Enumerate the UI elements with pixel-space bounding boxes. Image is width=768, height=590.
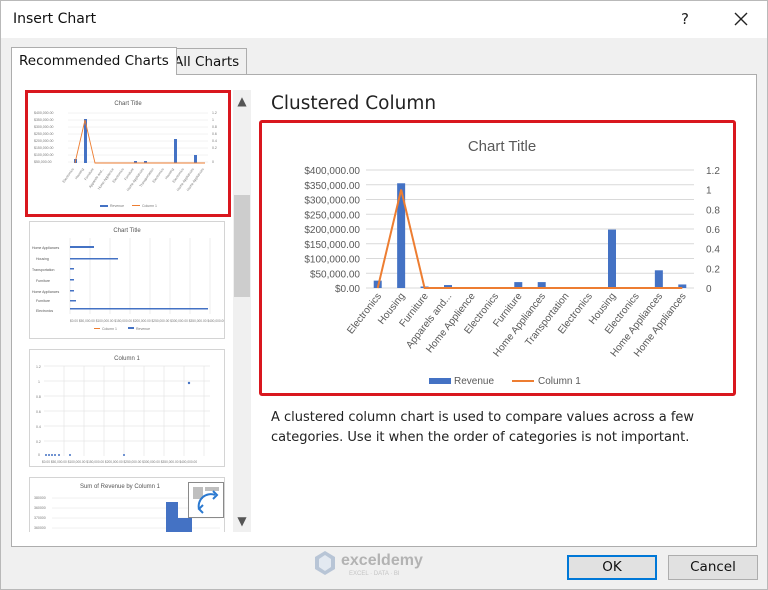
- y2-tick-label: 0: [706, 284, 712, 295]
- close-icon[interactable]: [729, 7, 753, 31]
- y2-tick-label: 0.4: [706, 245, 720, 256]
- tab-all-charts[interactable]: All Charts: [166, 48, 248, 75]
- exceldemy-watermark: exceldemy EXCEL · DATA · BI: [315, 545, 475, 579]
- svg-text:$300,000.00: $300,000.00: [34, 125, 54, 129]
- x-category-label: Electronics: [345, 291, 384, 336]
- svg-text:Furniture: Furniture: [36, 279, 50, 283]
- y2-tick-label: 0.6: [706, 225, 720, 236]
- thumbnail-1-chart: Chart Title $400,000.00 $350,000.00 $300,0…: [34, 101, 217, 208]
- y-tick-label: $400,000.00: [304, 166, 360, 177]
- svg-text:Column 1: Column 1: [102, 327, 117, 331]
- svg-text:$150,000.00: $150,000.00: [34, 146, 54, 150]
- svg-text:1: 1: [38, 380, 40, 384]
- svg-text:370000: 370000: [34, 516, 46, 520]
- svg-text:$0.00 $50,000.00 $100,000.00 $: $0.00 $50,000.00 $100,000.00 $150,000.00…: [42, 460, 197, 464]
- thumbnail-3-chart: Column 1 1.2 1 0.8 0.6 0.4 0.2 0 $0.00 $50,00…: [36, 356, 210, 464]
- thumbnail-clustered-bar[interactable]: Chart Title Home Appliances Housing Transp…: [29, 221, 225, 339]
- svg-text:Revenue: Revenue: [136, 327, 150, 331]
- y2-tick-label: 0.8: [706, 205, 720, 216]
- svg-text:0.8: 0.8: [36, 395, 41, 399]
- y-tick-label: $200,000.00: [304, 225, 360, 236]
- svg-text:Column 1: Column 1: [142, 204, 157, 208]
- svg-text:Revenue: Revenue: [110, 204, 124, 208]
- y-tick-label: $100,000.00: [304, 255, 360, 266]
- svg-text:1.2: 1.2: [212, 111, 217, 115]
- svg-text:0.2: 0.2: [36, 440, 41, 444]
- recommended-charts-list: Chart Title $400,000.00 $350,000.00 $300,0…: [23, 90, 233, 532]
- pivot-chart-icon: [188, 482, 224, 518]
- title-bar: Insert Chart ?: [1, 1, 767, 38]
- y2-tick-label: 1.2: [706, 166, 720, 177]
- svg-text:0: 0: [212, 160, 214, 164]
- svg-text:0.4: 0.4: [36, 425, 41, 429]
- svg-text:Electronics: Electronics: [36, 309, 53, 313]
- dialog-title: Insert Chart: [13, 11, 97, 27]
- svg-text:1: 1: [212, 118, 214, 122]
- svg-text:0.6: 0.6: [212, 132, 217, 136]
- svg-text:$50,000.00: $50,000.00: [34, 160, 52, 164]
- chart-description: A clustered column chart is used to comp…: [271, 410, 695, 445]
- svg-text:Home Appliances: Home Appliances: [32, 290, 59, 294]
- svg-text:Electronics: Electronics: [62, 167, 75, 184]
- svg-text:$250,000.00: $250,000.00: [34, 132, 54, 136]
- chart-title: Chart Title: [468, 138, 536, 155]
- svg-text:360000: 360000: [34, 506, 46, 510]
- y-tick-label: $0.00: [335, 284, 360, 295]
- thumbnail-clustered-column[interactable]: Chart Title $400,000.00 $350,000.00 $300,0…: [25, 90, 231, 217]
- svg-text:0.6: 0.6: [36, 410, 41, 414]
- y-tick-label: $50,000.00: [310, 269, 360, 280]
- svg-text:$200,000.00: $200,000.00: [34, 139, 54, 143]
- revenue-bar: [608, 229, 616, 288]
- svg-text:0: 0: [38, 453, 40, 457]
- scroll-down-icon[interactable]: ▼: [233, 512, 251, 530]
- svg-text:0.8: 0.8: [212, 125, 217, 129]
- watermark-brand: exceldemy: [341, 552, 423, 569]
- thumbnails-scrollbar[interactable]: ▲ ▼: [233, 90, 251, 532]
- svg-text:Transportation: Transportation: [32, 268, 54, 272]
- watermark-tagline: EXCEL · DATA · BI: [349, 571, 400, 577]
- cancel-button[interactable]: Cancel: [668, 555, 758, 580]
- y-tick-label: $250,000.00: [304, 210, 360, 221]
- svg-text:0.4: 0.4: [212, 139, 217, 143]
- scroll-up-icon[interactable]: ▲: [233, 92, 251, 110]
- svg-text:$100,000.00: $100,000.00: [34, 153, 54, 157]
- thumbnail-scatter[interactable]: Column 1 1.2 1 0.8 0.6 0.4 0.2 0 $0.00 $…: [29, 349, 225, 467]
- svg-text:Furniture: Furniture: [36, 299, 50, 303]
- ok-button[interactable]: OK: [567, 555, 657, 580]
- chart-type-title: Clustered Column: [271, 93, 437, 114]
- clustered-column-chart: Chart Title $400,000.00 $350,000.00 $300,0…: [304, 138, 720, 387]
- y2-tick-label: 0.2: [706, 264, 720, 275]
- tab-recommended-charts[interactable]: Recommended Charts: [11, 47, 177, 75]
- thumbnail-1-title: Chart Title: [114, 101, 142, 107]
- thumbnail-3-title: Column 1: [114, 356, 140, 362]
- legend-revenue-label: Revenue: [454, 376, 494, 387]
- svg-text:0.2: 0.2: [212, 146, 217, 150]
- insert-chart-dialog: Insert Chart ? Recommended Charts All Ch…: [0, 0, 768, 590]
- svg-text:Housing: Housing: [36, 257, 49, 261]
- y2-tick-label: 1: [706, 186, 712, 197]
- help-button[interactable]: ?: [674, 8, 696, 30]
- svg-text:Home Appliances: Home Appliances: [32, 246, 59, 250]
- legend-column1-label: Column 1: [538, 376, 581, 387]
- svg-text:$0.00 $50,000.00 $100,000.00 $: $0.00 $50,000.00 $100,000.00 $150,000.00…: [70, 319, 224, 323]
- svg-text:1.2: 1.2: [36, 365, 41, 369]
- thumbnail-2-title: Chart Title: [113, 228, 141, 234]
- y-tick-label: $150,000.00: [304, 240, 360, 251]
- revenue-bar: [654, 270, 663, 288]
- y-tick-label: $350,000.00: [304, 181, 360, 192]
- svg-text:380000: 380000: [34, 496, 46, 500]
- thumbnail-pivot-chart[interactable]: Sum of Revenue by Column 1 380000 360000 3…: [29, 477, 225, 532]
- svg-text:$350,000.00: $350,000.00: [34, 118, 54, 122]
- thumbnail-4-title: Sum of Revenue by Column 1: [80, 484, 161, 490]
- y-tick-label: $300,000.00: [304, 196, 360, 207]
- exceldemy-logo-icon: [315, 551, 335, 575]
- scrollbar-thumb[interactable]: [234, 195, 250, 297]
- chart-preview: Chart Title $400,000.00 $350,000.00 $300,0…: [259, 120, 736, 396]
- thumbnail-2-chart: Chart Title Home Appliances Housing Transp…: [32, 228, 225, 331]
- svg-text:360000: 360000: [34, 526, 46, 530]
- legend-revenue-swatch: [429, 378, 451, 384]
- svg-text:$400,000.00: $400,000.00: [34, 111, 54, 115]
